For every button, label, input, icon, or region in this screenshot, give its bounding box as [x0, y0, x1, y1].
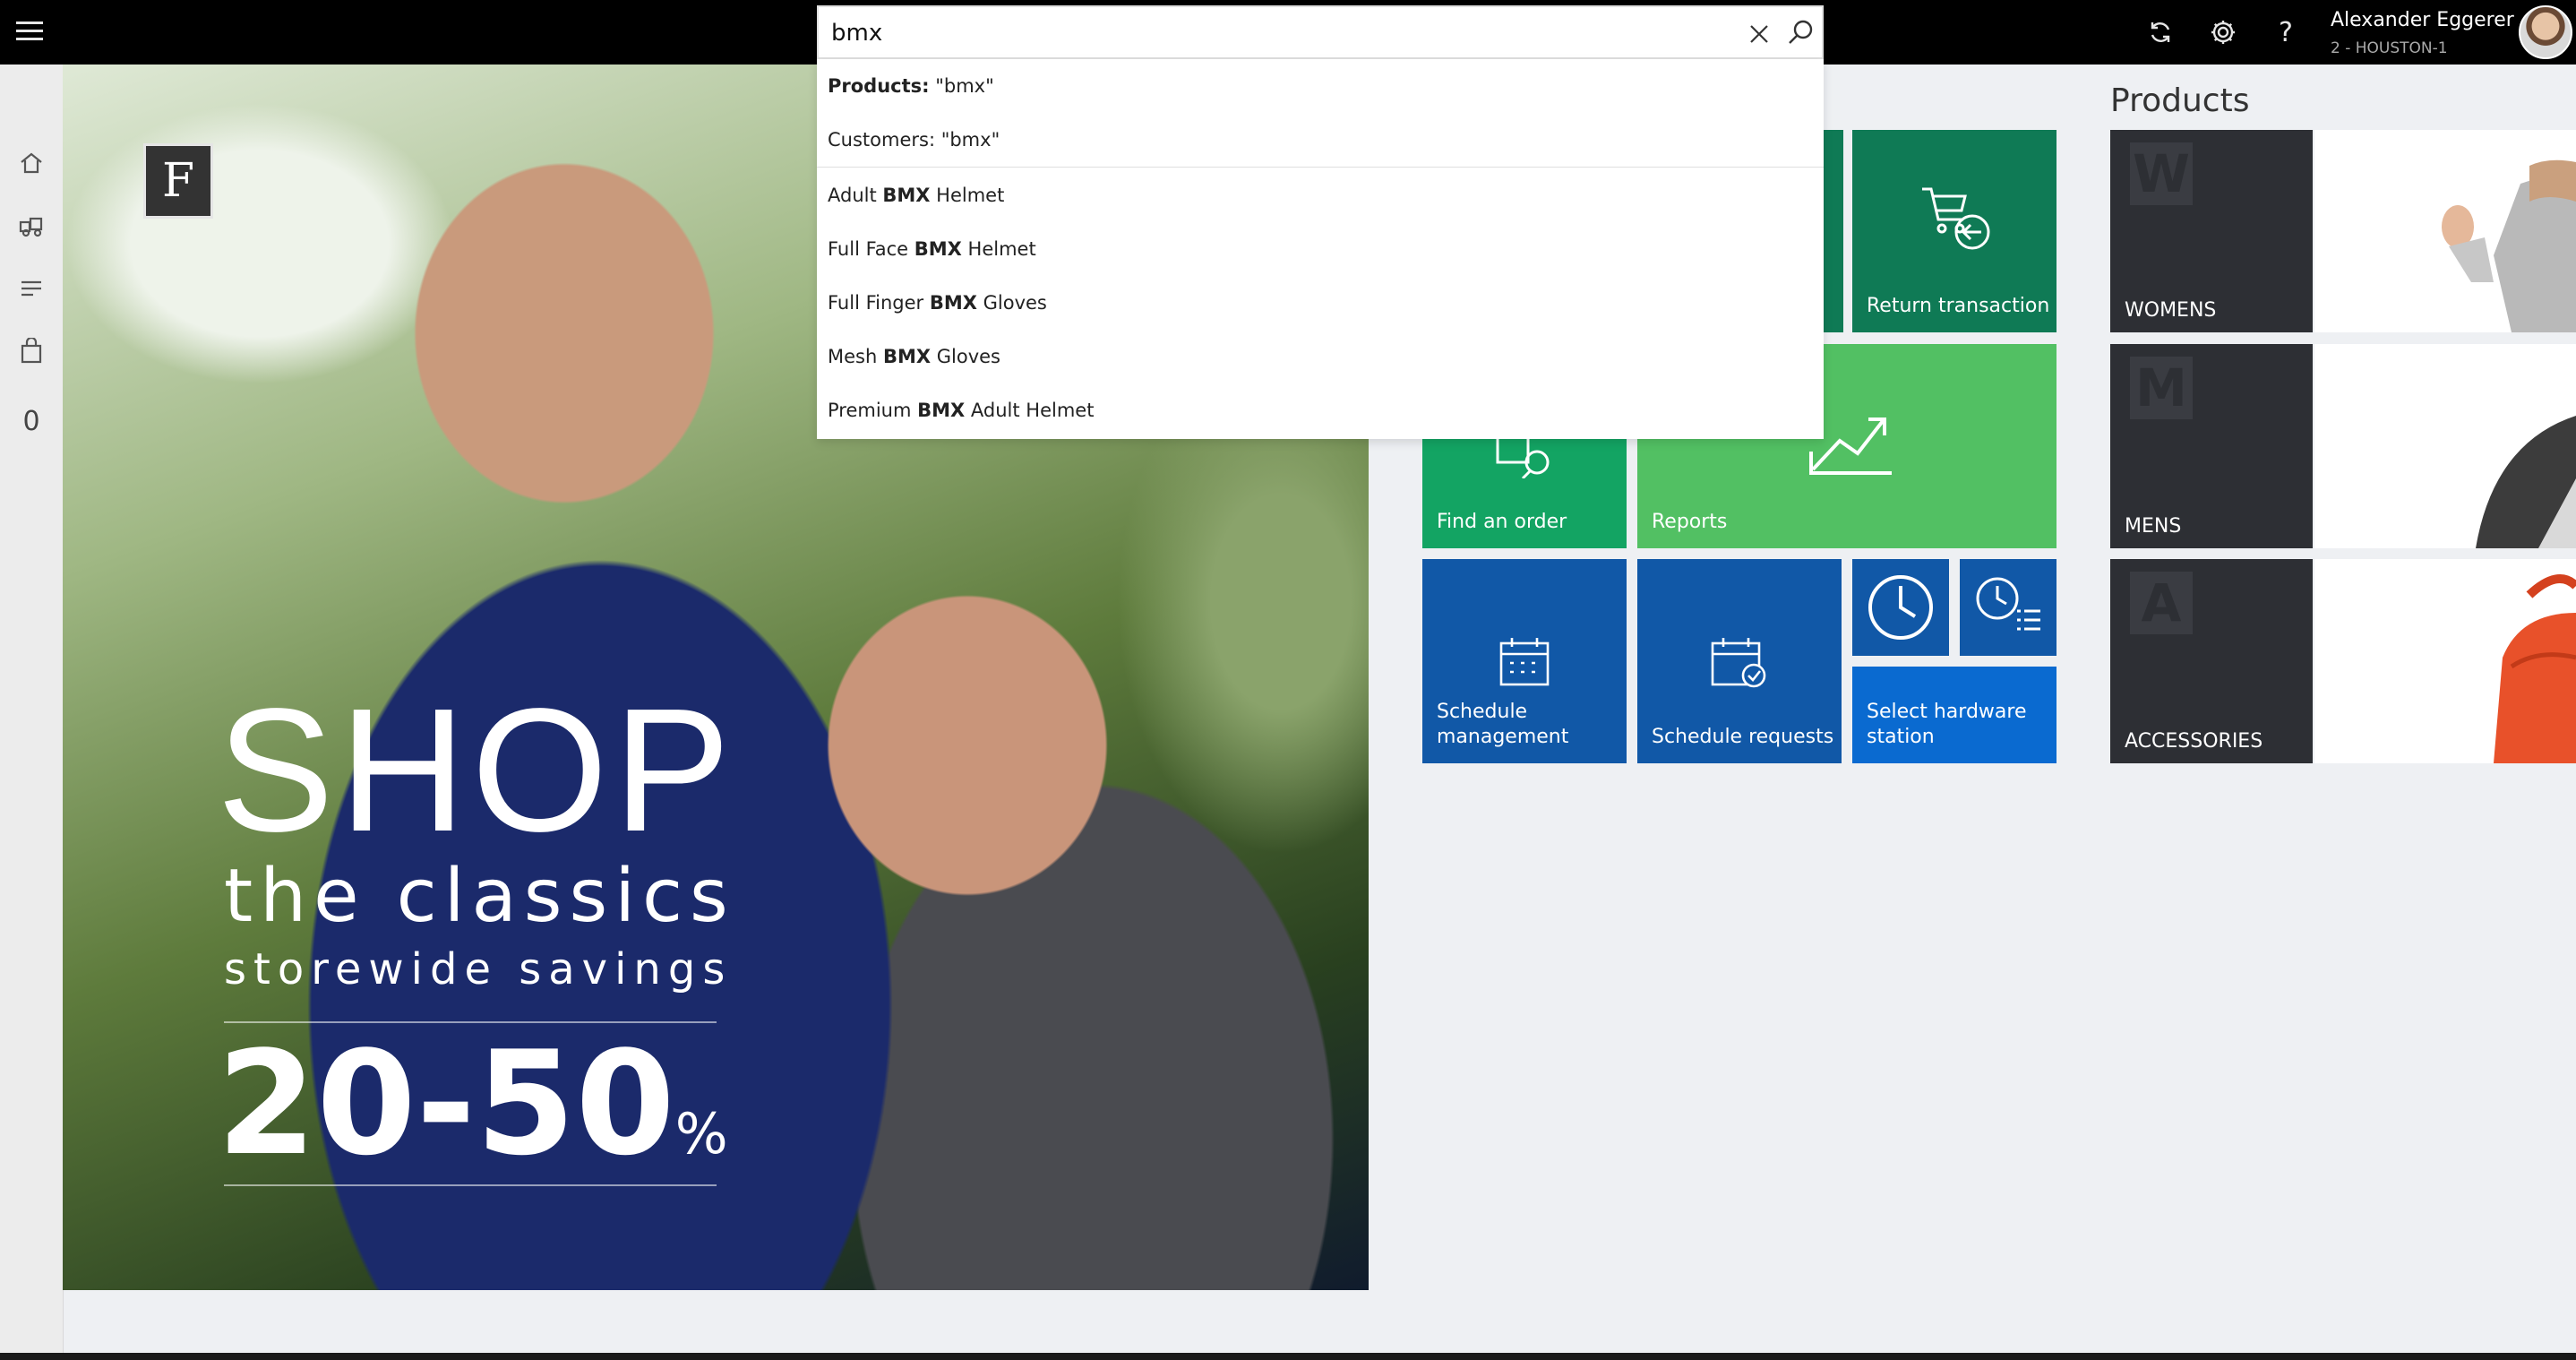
tile-schedule-requests[interactable]: Schedule requests [1637, 559, 1842, 763]
category-watermark: W [2130, 142, 2193, 205]
suggestion-suffix: Helmet [961, 238, 1036, 260]
tile-select-hardware-station[interactable]: Select hardware station [1852, 667, 2057, 763]
dropdown-divider [817, 167, 1824, 168]
suggestion-prefix: Adult [828, 185, 883, 206]
tile-return-transaction[interactable]: Return transaction [1852, 130, 2057, 332]
clock-list-icon [1972, 575, 2044, 638]
category-watermark: M [2130, 357, 2193, 419]
category-womens-image[interactable] [2314, 130, 2576, 332]
category-watermark: A [2130, 572, 2193, 634]
calendar-icon [1498, 634, 1551, 688]
category-womens[interactable]: W WOMENS [2110, 130, 2313, 332]
cart-return-icon [1919, 184, 1994, 255]
cart-count[interactable]: 0 [13, 403, 49, 439]
transactions-icon[interactable] [13, 271, 49, 306]
bag-icon[interactable] [13, 333, 49, 369]
menu-icon[interactable] [16, 22, 43, 43]
promo-headline: SHOP [217, 672, 736, 868]
suggestion-scope-products[interactable]: Products: "bmx" [817, 59, 1824, 113]
category-mens[interactable]: M MENS [2110, 344, 2313, 548]
category-label: WOMENS [2125, 299, 2217, 322]
suggestion-item[interactable]: Mesh BMX Gloves [817, 330, 1824, 383]
search-box [817, 5, 1824, 59]
promo-savings: storewide savings [224, 944, 733, 994]
suggestion-item[interactable]: Premium BMX Adult Helmet [817, 383, 1824, 437]
brand-logo: F [143, 143, 213, 219]
scope-label: Customers: "bmx" [828, 129, 1000, 151]
suggestion-match: BMX [882, 185, 931, 206]
store-name: 2 - HOUSTON-1 [2331, 39, 2448, 57]
left-nav-rail: 0 [0, 65, 64, 1360]
clock-icon [1865, 572, 1936, 643]
suggestion-prefix: Full Face [828, 238, 914, 260]
user-avatar[interactable] [2519, 5, 2572, 59]
scope-label: Products: [828, 75, 930, 97]
suggestion-suffix: Gloves [976, 292, 1047, 314]
suggestion-match: BMX [882, 346, 932, 367]
category-accessories[interactable]: A ACCESSORIES [2110, 559, 2313, 763]
tile-time-clock[interactable] [1852, 559, 1949, 656]
suggestion-item[interactable]: Full Finger BMX Gloves [817, 276, 1824, 330]
settings-icon[interactable] [2205, 14, 2241, 50]
category-accessories-image[interactable] [2314, 559, 2576, 763]
products-section-title: Products [2110, 82, 2250, 119]
products-icon[interactable] [13, 208, 49, 244]
category-label: ACCESSORIES [2125, 730, 2263, 753]
tile-schedule-management[interactable]: Schedule management [1422, 559, 1627, 763]
discount-sign: % [674, 1101, 728, 1166]
suggestion-prefix: Mesh [828, 346, 883, 367]
suggestion-match: BMX [917, 400, 966, 421]
tile-label: Find an order [1437, 511, 1567, 534]
user-name[interactable]: Alexander Eggerer [2331, 9, 2514, 31]
tile-label: Select hardware station [1867, 700, 2027, 749]
find-order-icon [1489, 434, 1560, 478]
promo-discount: 20-50% [217, 1032, 728, 1175]
suggestion-item[interactable]: Full Face BMX Helmet [817, 222, 1824, 276]
search-suggestions-dropdown: Products: "bmx" Customers: "bmx" Adult B… [817, 59, 1824, 439]
suggestion-suffix: Helmet [930, 185, 1005, 206]
help-icon[interactable]: ? [2268, 14, 2304, 50]
promo-subline: the classics [224, 854, 735, 939]
suggestion-scope-customers[interactable]: Customers: "bmx" [817, 113, 1824, 167]
suggestion-suffix: Adult Helmet [965, 400, 1095, 421]
suggestion-suffix: Gloves [931, 346, 1000, 367]
suggestion-prefix: Premium [828, 400, 918, 421]
scope-query: "bmx" [929, 75, 994, 97]
category-label: MENS [2125, 515, 2182, 538]
home-icon[interactable] [13, 145, 49, 181]
tile-timesheet[interactable] [1960, 559, 2057, 656]
category-mens-image[interactable] [2314, 344, 2576, 548]
suggestion-match: BMX [914, 238, 962, 260]
tile-label: Reports [1652, 511, 1728, 534]
refresh-icon[interactable] [2142, 14, 2178, 50]
bottom-edge [0, 1353, 2576, 1360]
close-icon[interactable] [1743, 18, 1775, 50]
search-icon[interactable] [1784, 16, 1816, 48]
discount-range: 20-50 [217, 1020, 675, 1187]
search-input[interactable] [829, 14, 1639, 52]
tile-label: Return transaction [1867, 295, 2050, 318]
calendar-check-icon [1709, 634, 1768, 690]
tile-label: Schedule requests [1652, 726, 1834, 749]
suggestion-prefix: Full Finger [828, 292, 930, 314]
suggestion-item[interactable]: Adult BMX Helmet [817, 168, 1824, 222]
tile-label: Schedule management [1437, 700, 1569, 749]
suggestion-match: BMX [929, 292, 977, 314]
promo-divider-bottom [224, 1184, 717, 1186]
